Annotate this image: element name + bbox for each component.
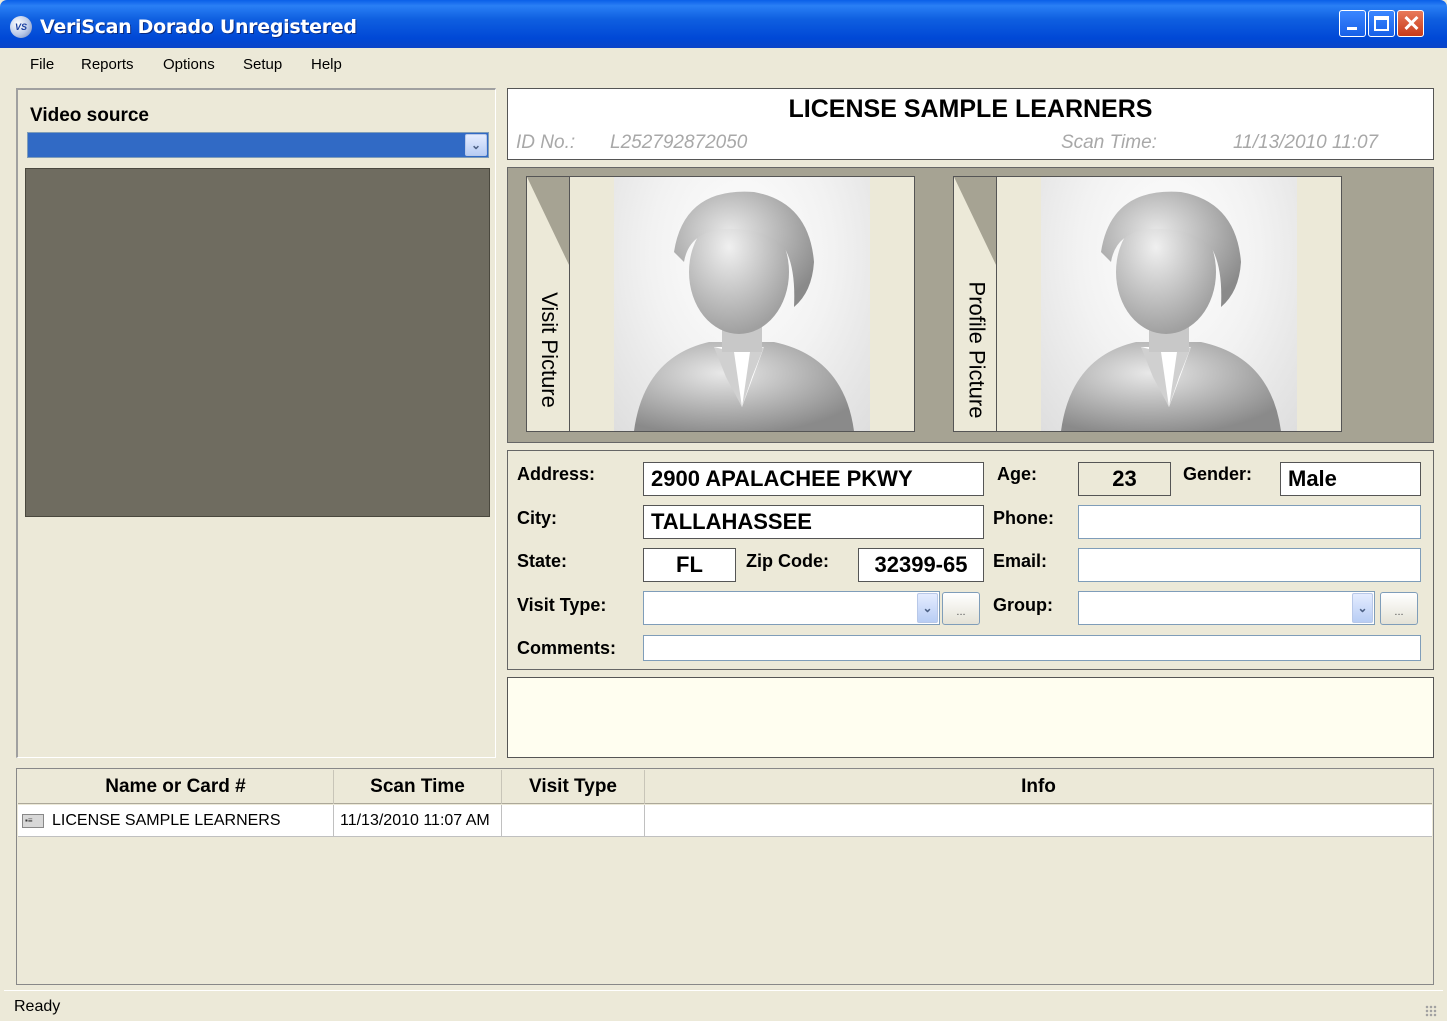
address-label: Address:	[517, 464, 596, 484]
phone-field[interactable]	[1078, 505, 1421, 539]
title-bar[interactable]: VS VeriScan Dorado Unregistered ✕	[0, 0, 1447, 48]
gender-label: Gender:	[1183, 464, 1253, 484]
list-header: Name or Card # Scan Time Visit Type Info	[18, 770, 1432, 804]
status-bar: Ready	[4, 990, 1443, 1021]
visit-picture-label: Visit Picture	[537, 292, 562, 408]
column-scan-time[interactable]: Scan Time	[334, 770, 502, 804]
minimize-icon	[1347, 27, 1357, 30]
close-button[interactable]: ✕	[1397, 10, 1424, 37]
zip-code-field[interactable]: 32399-65	[858, 548, 984, 582]
app-logo-icon: VS	[10, 16, 32, 38]
chevron-down-icon[interactable]: ⌄	[917, 593, 938, 623]
id-number-value: L252792872050	[610, 132, 748, 153]
phone-label: Phone:	[993, 508, 1054, 528]
visit-picture[interactable]	[569, 176, 915, 432]
email-field[interactable]	[1078, 548, 1421, 582]
pictures-panel: Visit Picture Profile Picture	[507, 167, 1434, 443]
maximize-icon	[1374, 16, 1389, 31]
comments-field[interactable]	[643, 635, 1421, 661]
visit-type-label: Visit Type:	[517, 595, 607, 615]
notes-box	[507, 677, 1434, 758]
column-name[interactable]: Name or Card #	[18, 770, 334, 804]
person-placeholder-icon	[614, 177, 870, 431]
gender-field[interactable]: Male	[1280, 462, 1421, 496]
visit-picture-tab: Visit Picture	[526, 176, 570, 432]
row-name-cell: ▪≡ LICENSE SAMPLE LEARNERS	[18, 805, 334, 837]
close-icon: ✕	[1402, 11, 1421, 36]
profile-picture-label: Profile Picture	[964, 281, 990, 419]
menu-help[interactable]: Help	[311, 56, 342, 73]
card-header: LICENSE SAMPLE LEARNERS ID No.: L2527928…	[507, 88, 1434, 160]
id-card-icon: ▪≡	[22, 814, 44, 828]
chevron-down-icon[interactable]: ⌄	[465, 134, 487, 156]
scan-time-label: Scan Time:	[1061, 132, 1157, 153]
maximize-button[interactable]	[1368, 10, 1395, 37]
video-source-select[interactable]: ⌄	[27, 132, 489, 158]
row-visit-type	[502, 805, 645, 837]
age-field[interactable]: 23	[1078, 462, 1171, 496]
person-placeholder-icon	[1041, 177, 1297, 431]
group-browse-button[interactable]: ...	[1380, 592, 1418, 625]
scan-list[interactable]: Name or Card # Scan Time Visit Type Info…	[16, 768, 1434, 985]
address-field[interactable]: 2900 APALACHEE PKWY	[643, 462, 984, 496]
column-info[interactable]: Info	[645, 770, 1432, 804]
video-preview	[25, 168, 490, 517]
window-title: VeriScan Dorado Unregistered	[40, 16, 357, 38]
menu-bar: File Reports Options Setup Help	[4, 48, 1443, 82]
group-select[interactable]: ⌄	[1078, 591, 1375, 625]
visit-type-browse-button[interactable]: ...	[942, 592, 980, 625]
chevron-down-icon[interactable]: ⌄	[1352, 593, 1373, 623]
row-scan-time: 11/13/2010 11:07 AM	[334, 805, 502, 837]
id-number-label: ID No.:	[516, 132, 576, 153]
row-name: LICENSE SAMPLE LEARNERS	[52, 812, 281, 829]
menu-setup[interactable]: Setup	[243, 56, 282, 73]
details-form: Address: 2900 APALACHEE PKWY Age: 23 Gen…	[507, 450, 1434, 670]
group-label: Group:	[993, 595, 1053, 615]
state-field[interactable]: FL	[643, 548, 736, 582]
menu-file[interactable]: File	[30, 56, 54, 73]
zip-code-label: Zip Code:	[746, 551, 829, 571]
resize-grip-icon[interactable]	[1425, 1005, 1437, 1017]
city-label: City:	[517, 508, 557, 528]
row-info	[645, 805, 1432, 837]
menu-reports[interactable]: Reports	[81, 56, 134, 73]
city-field[interactable]: TALLAHASSEE	[643, 505, 984, 539]
scan-time-value: 11/13/2010 11:07	[1233, 132, 1379, 153]
email-label: Email:	[993, 551, 1048, 571]
age-label: Age:	[997, 464, 1037, 484]
state-label: State:	[517, 551, 568, 571]
table-row[interactable]: ▪≡ LICENSE SAMPLE LEARNERS 11/13/2010 11…	[18, 805, 1432, 837]
card-holder-name: LICENSE SAMPLE LEARNERS	[788, 95, 1153, 123]
comments-label: Comments:	[517, 638, 617, 658]
minimize-button[interactable]	[1339, 10, 1366, 37]
profile-picture-tab: Profile Picture	[953, 176, 997, 432]
menu-options[interactable]: Options	[163, 56, 215, 73]
visit-type-select[interactable]: ⌄	[643, 591, 940, 625]
video-source-label: Video source	[30, 105, 149, 126]
column-visit-type[interactable]: Visit Type	[502, 770, 645, 804]
profile-picture[interactable]	[996, 176, 1342, 432]
status-text: Ready	[14, 998, 61, 1015]
